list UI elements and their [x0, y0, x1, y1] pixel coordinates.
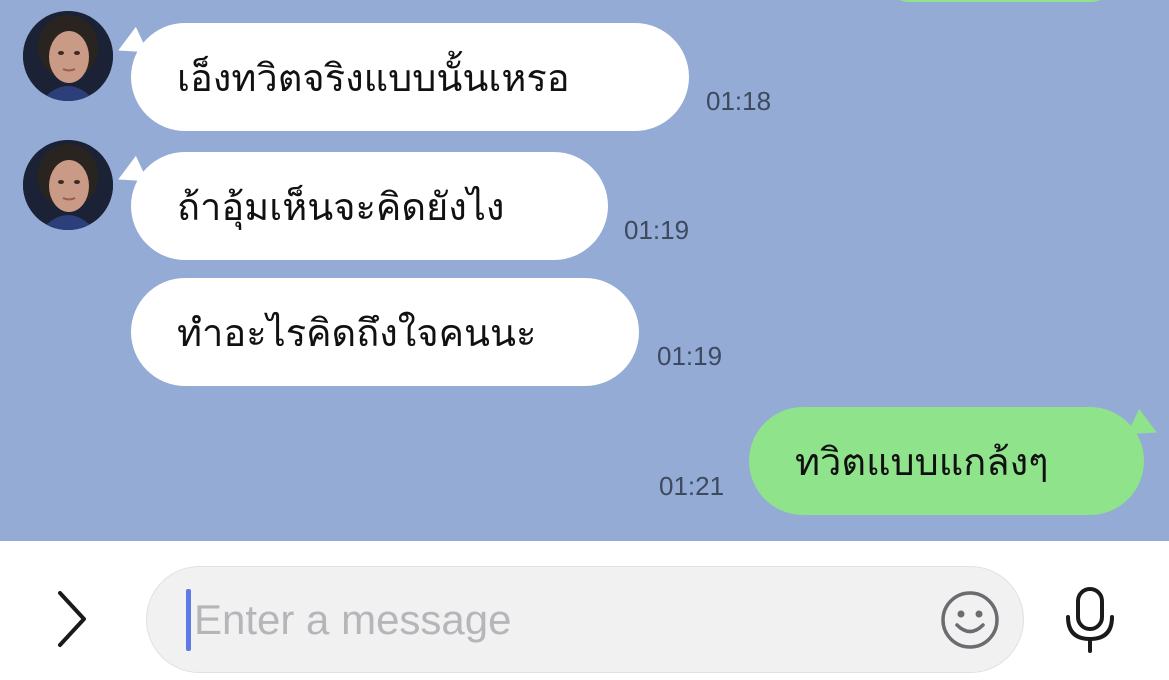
message-text: เอ็งทวิตจริงแบบนั้นเหรอ: [177, 55, 570, 100]
message-bubble[interactable]: ทวิตแบบแกล้งๆ: [749, 407, 1144, 515]
message-time: 01:18: [706, 86, 772, 116]
chat-area: เอ็งทวิตจริงแบบนั้นเหรอ 01:18 ถ้าอุ้มเห็…: [0, 0, 1169, 541]
smiley-icon[interactable]: [940, 590, 1000, 650]
message-text: ถ้าอุ้มเห็นจะคิดยังไง: [177, 184, 505, 229]
message-text: ทำอะไรคิดถึงใจคนนะ: [177, 310, 537, 355]
message-text: ทวิตแบบแกล้งๆ: [795, 439, 1049, 484]
text-caret: [186, 589, 191, 651]
chevron-right-icon[interactable]: [52, 589, 92, 649]
message-time: 01:19: [624, 215, 690, 245]
message-bubble[interactable]: เอ็งทวิตจริงแบบนั้นเหรอ: [131, 23, 689, 131]
microphone-icon[interactable]: [1062, 585, 1118, 655]
contact-avatar[interactable]: [23, 140, 113, 230]
contact-avatar[interactable]: [23, 11, 113, 101]
message-time: 01:19: [657, 341, 723, 371]
previous-message-bubble: [880, 0, 1120, 2]
message-bubble[interactable]: ทำอะไรคิดถึงใจคนนะ: [131, 278, 639, 386]
message-bubble[interactable]: ถ้าอุ้มเห็นจะคิดยังไง: [131, 152, 608, 260]
message-time: 01:21: [659, 471, 725, 501]
message-input-placeholder: Enter a message: [194, 596, 512, 643]
